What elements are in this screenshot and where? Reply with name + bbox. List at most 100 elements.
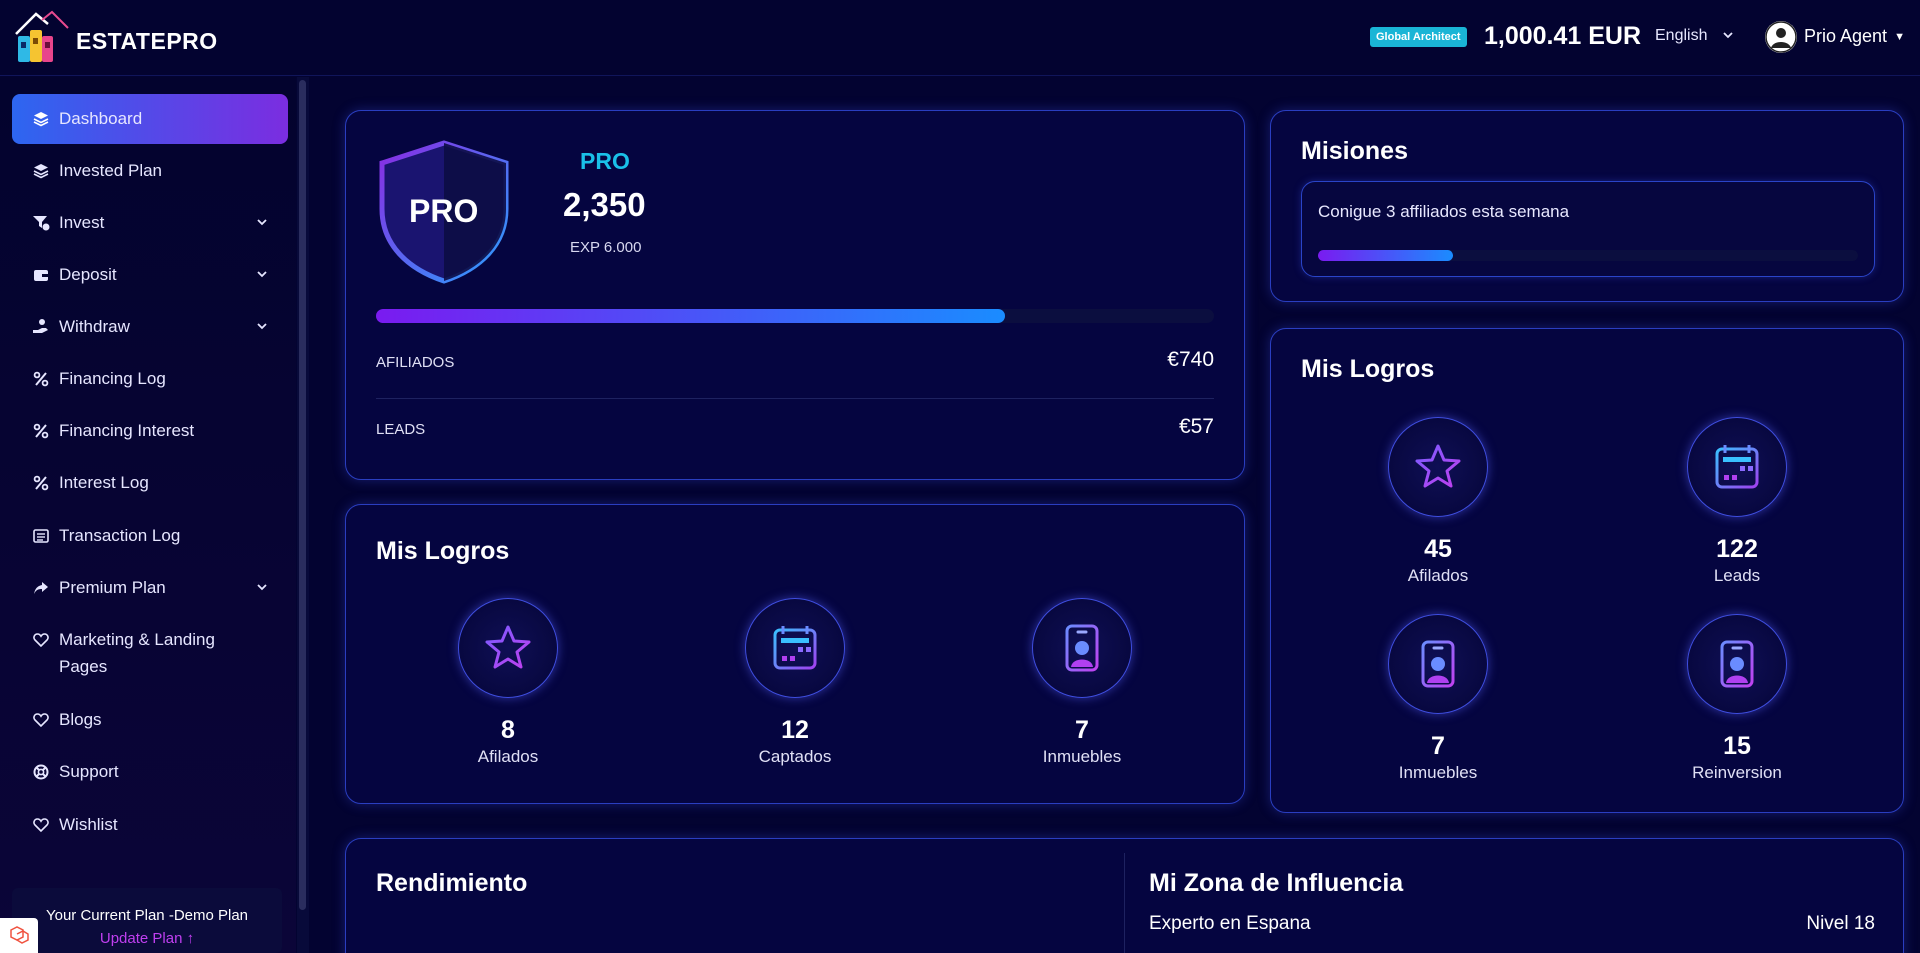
achievement-inmuebles: 7 Inmuebles [1002,598,1162,767]
stat-label: LEADS [376,421,426,438]
sidebar-item-interest-log[interactable]: Interest Log [12,473,288,493]
plan-badge: Global Architect [1370,27,1467,47]
mission-text: Conigue 3 affiliados esta semana [1318,202,1570,221]
sidebar-item-label: Financing Interest [59,421,195,440]
sidebar-item-label: Premium Plan [59,578,166,597]
star-icon [1415,444,1461,488]
heart-icon [32,631,50,649]
sidebar-item-label: Dashboard [59,109,143,128]
sidebar-item-support[interactable]: Support [12,762,288,782]
sidebar-item-label: Invest [59,213,105,232]
achievement-value: 7 [1431,732,1445,760]
achievement-label: Leads [1713,566,1761,585]
chevron-down-icon [257,219,267,226]
achievement-label: Inmuebles [1398,763,1478,782]
side-achievement-afilados: 45 Afilados [1358,417,1518,586]
current-plan-box: Your Current Plan -Demo Plan Update Plan… [12,888,282,953]
bottom-divider [1124,853,1125,953]
sidebar-item-marketing[interactable]: Marketing & Landing Pages [12,626,288,680]
side-achievement-inmuebles: 7 Inmuebles [1358,614,1518,783]
star-icon [485,625,531,669]
badge-id-icon [1065,624,1099,672]
chevron-down-icon [257,584,267,591]
missions-card: Misiones Conigue 3 affiliados esta seman… [1270,110,1904,302]
achievement-value: 122 [1716,535,1758,563]
laravel-debug-icon[interactable] [0,918,38,953]
sidebar-item-withdraw[interactable]: Withdraw [12,317,288,337]
layers-icon [32,110,50,128]
stat-value: €57 [1178,415,1214,438]
wallet-icon [32,266,50,284]
zone-title: Mi Zona de Influencia [1149,869,1404,897]
bottom-card: Rendimiento Mi Zona de Influencia Expert… [345,838,1904,953]
sidebar-item-invest[interactable]: Invest [12,213,288,233]
missions-title: Misiones [1301,137,1408,165]
performance-title: Rendimiento [376,869,528,897]
sidebar-scrollbar-thumb[interactable] [299,80,306,910]
achievement-label: Inmuebles [1042,747,1122,766]
language-selector[interactable]: English [1655,27,1707,45]
funnel-icon [32,214,50,232]
brand-logo[interactable]: ESTATEPRO [12,10,218,66]
update-plan-label: Update Plan [99,930,183,947]
calendar-icon [773,626,817,670]
level-points: 2,350 [563,186,646,223]
user-menu[interactable]: Prio Agent ▼ [1804,26,1905,47]
achievement-afilados: 8 Afilados [428,598,588,767]
chevron-down-icon[interactable] [1722,30,1734,40]
achievement-circle [745,598,845,698]
side-achievements-title: Mis Logros [1301,355,1435,383]
sidebar-item-financing-interest[interactable]: Financing Interest [12,421,288,441]
achievement-circle [1388,417,1488,517]
achievement-value: 12 [781,716,809,744]
badge-id-icon [1421,640,1455,688]
mission-item[interactable]: Conigue 3 affiliados esta semana [1301,181,1875,277]
user-icon [1765,21,1797,53]
level-name: PRO [580,148,630,174]
sidebar-item-dashboard[interactable]: Dashboard [12,94,288,144]
sidebar-item-label: Financing Log [59,369,166,388]
badge-id-icon [1720,640,1754,688]
achievement-label: Reinversion [1692,763,1782,782]
update-plan-link[interactable]: Update Plan ↑ [12,930,282,947]
achievement-circle [1687,614,1787,714]
sidebar-item-label: Marketing & Landing Pages [59,630,215,676]
achievement-value: 7 [1075,716,1089,744]
hand-coin-icon [32,318,50,336]
sidebar-item-invested-plan[interactable]: Invested Plan [12,161,288,181]
layers-icon [32,162,50,180]
sidebar-item-label: Transaction Log [59,526,181,545]
stat-row-afiliados: AFILIADOS €740 [376,348,1214,371]
percent-icon [32,370,50,388]
chevron-down-icon [257,323,267,330]
achievement-circle [1032,598,1132,698]
sidebar-item-deposit[interactable]: Deposit [12,265,288,285]
achievement-label: Afilados [1407,566,1469,585]
achievements-title: Mis Logros [376,537,510,565]
arrow-up-icon: ↑ [186,930,195,947]
heart-icon [32,711,50,729]
stat-value: €740 [1167,348,1214,371]
lifebuoy-icon [32,763,50,781]
achievement-value: 15 [1723,732,1751,760]
brand-name: ESTATEPRO [76,27,218,54]
achievement-circle [1388,614,1488,714]
achievements-card: Mis Logros 8 Afilados 12 Captados 7 Inmu… [345,504,1245,804]
zone-level: Nivel 18 [1806,913,1875,934]
sidebar-item-transaction-log[interactable]: Transaction Log [12,526,288,546]
user-avatar[interactable] [1765,21,1797,53]
chevron-down-icon [257,271,267,278]
sidebar-item-financing-log[interactable]: Financing Log [12,369,288,389]
stat-divider [376,398,1214,399]
achievement-circle [1687,417,1787,517]
percent-icon [32,422,50,440]
sidebar-item-label: Withdraw [59,317,130,336]
mission-progress-bar [1318,250,1858,261]
sidebar-item-blogs[interactable]: Blogs [12,710,288,730]
sidebar-item-label: Wishlist [59,815,118,834]
achievement-label: Afilados [477,747,539,766]
sidebar-item-wishlist[interactable]: Wishlist [12,815,288,835]
list-icon [32,527,50,545]
sidebar-item-premium-plan[interactable]: Premium Plan [12,578,288,598]
mission-progress-fill [1318,250,1453,261]
